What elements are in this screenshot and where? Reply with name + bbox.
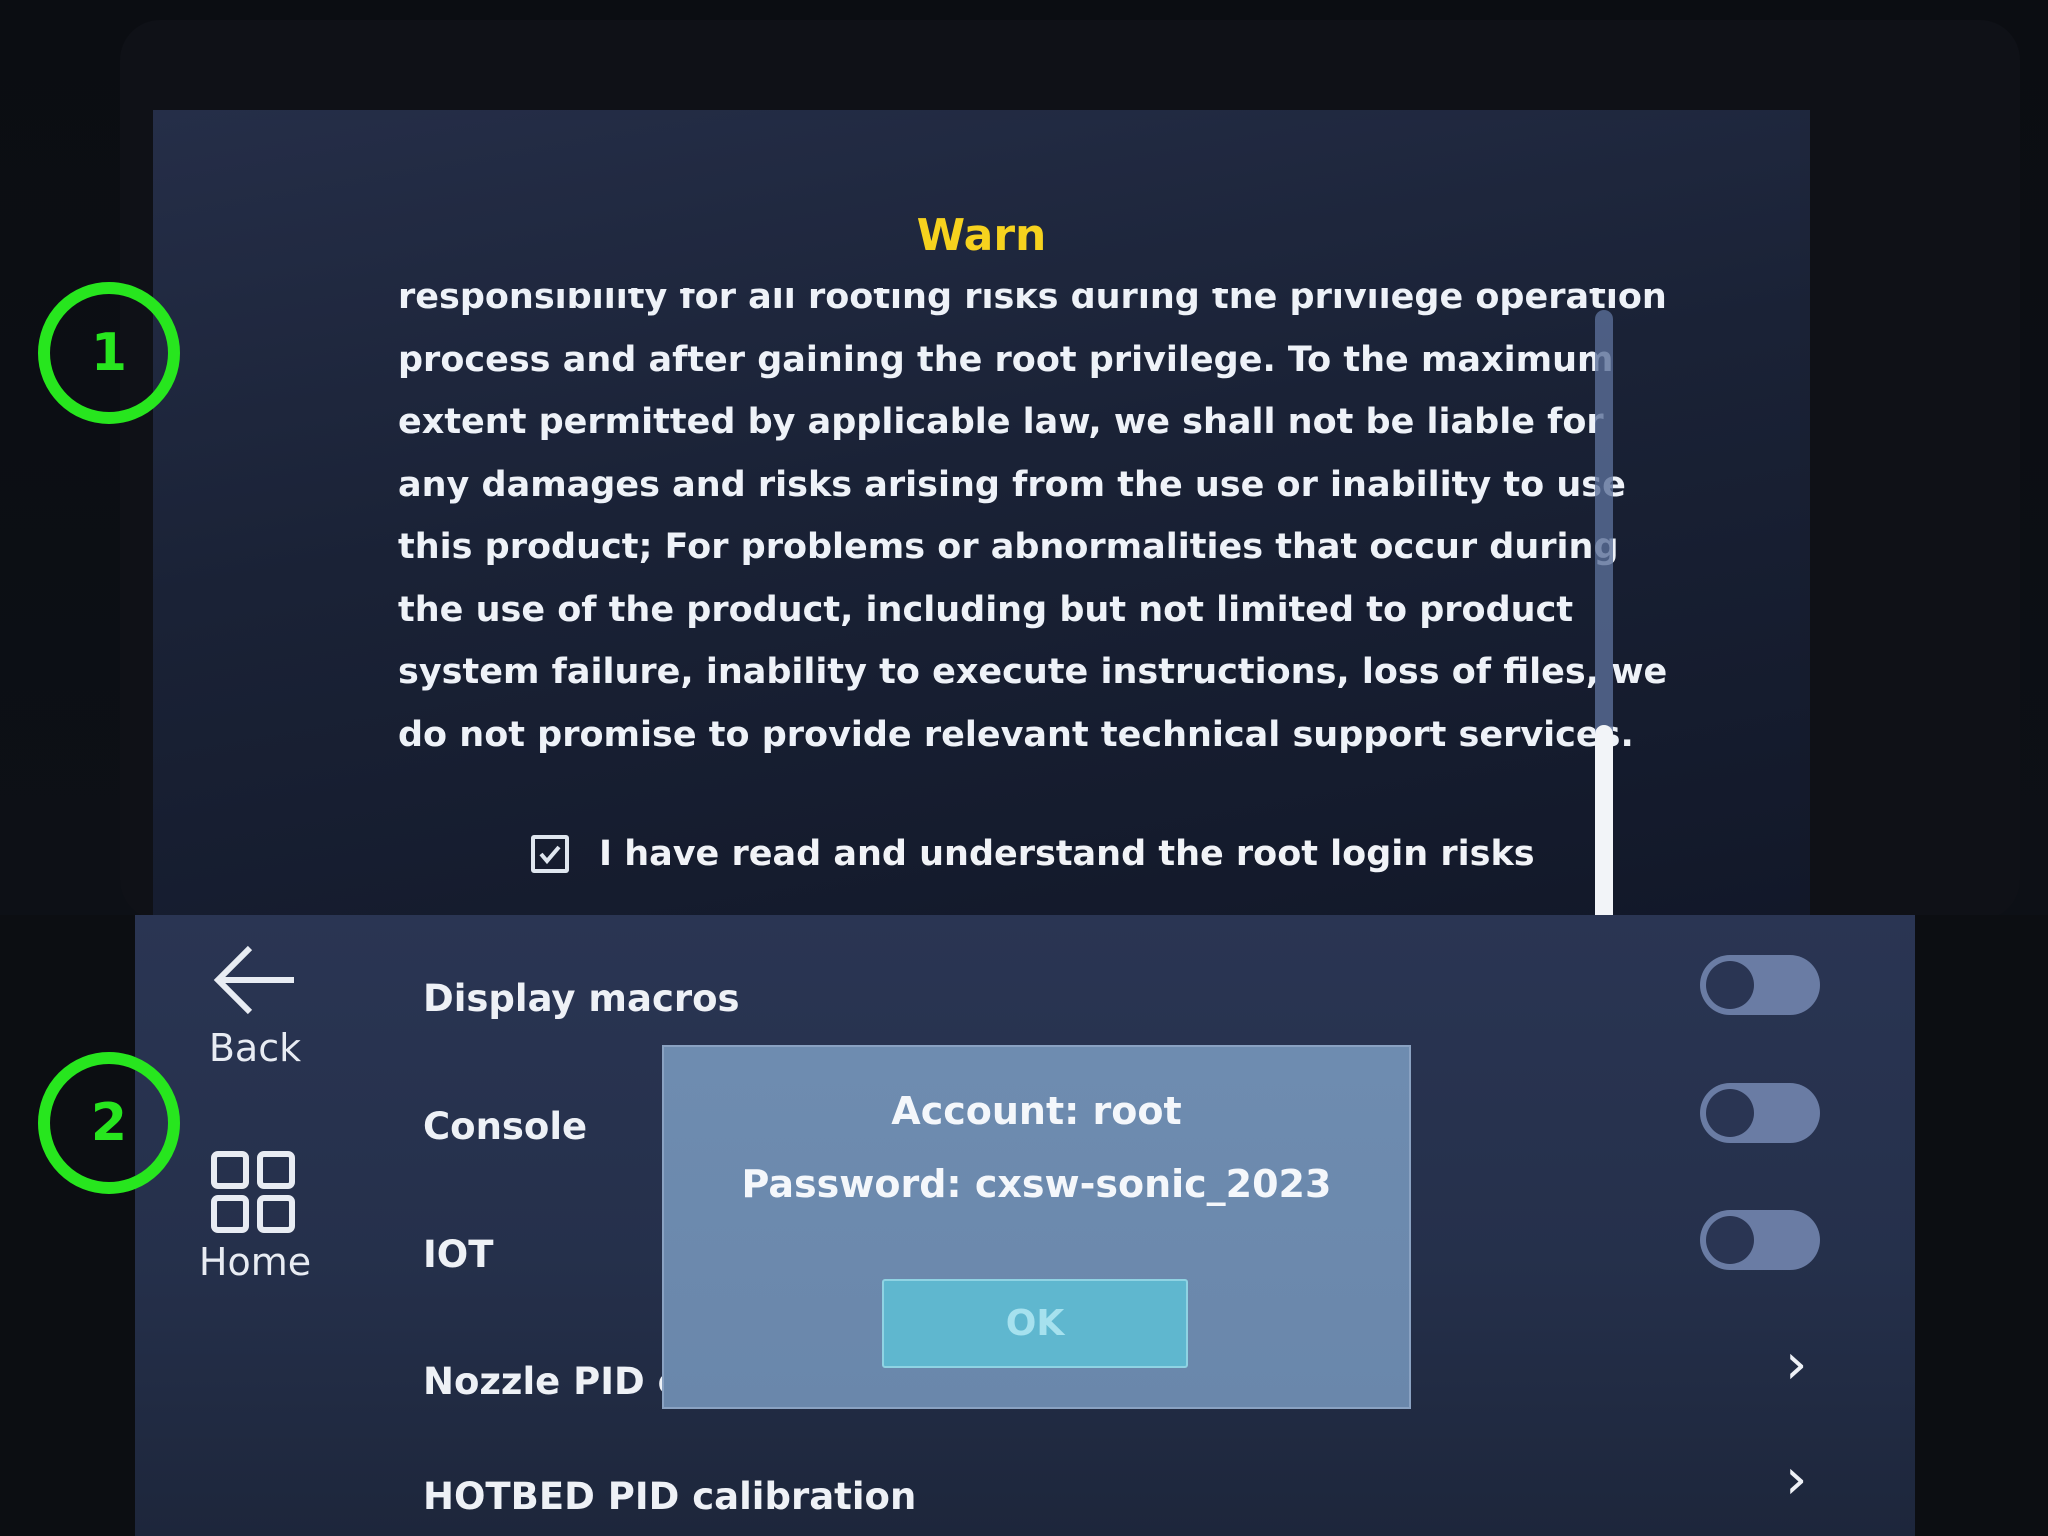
annotation-marker-1: 1 xyxy=(38,282,180,424)
password-text: Password: cxsw-sonic_2023 xyxy=(741,1162,1332,1206)
warning-body-line: extent permitted by applicable law, we s… xyxy=(398,402,1604,442)
toggle-knob xyxy=(1706,1216,1754,1264)
home-label: Home xyxy=(198,1240,312,1284)
warning-body-line: do not promise to provide relevant techn… xyxy=(398,714,1634,755)
credentials-popup: Account: root Password: cxsw-sonic_2023 … xyxy=(662,1045,1411,1409)
setting-hotbed-pid[interactable]: HOTBED PID calibration xyxy=(423,1475,916,1518)
setting-display-macros[interactable]: Display macros xyxy=(423,977,740,1020)
risk-acknowledge-checkbox[interactable] xyxy=(531,835,569,873)
warning-body-line: the use of the product, including but no… xyxy=(398,589,1574,630)
settings-screen: Back Home Display macros Console IOT Noz… xyxy=(135,915,1915,1536)
account-text: Account: root xyxy=(891,1089,1182,1133)
warning-body-line: any damages and risks arising from the u… xyxy=(398,464,1626,505)
warning-title: Warn xyxy=(916,210,1047,261)
setting-console[interactable]: Console xyxy=(423,1105,587,1148)
risk-acknowledge-row[interactable]: I have read and understand the root logi… xyxy=(531,830,1535,878)
checkmark-icon xyxy=(539,845,561,865)
warning-body-line: this product; For problems or abnormalit… xyxy=(398,527,1619,567)
warning-text-viewport[interactable]: responsibility for all rooting risks dur… xyxy=(398,288,1718,878)
setting-nozzle-pid[interactable]: Nozzle PID c xyxy=(423,1360,680,1403)
toggle-knob xyxy=(1706,1089,1754,1137)
iot-toggle[interactable] xyxy=(1700,1210,1820,1270)
scrollbar-thumb[interactable] xyxy=(1595,725,1613,915)
warning-body-line: responsibility for all rooting risks dur… xyxy=(398,288,1667,317)
display-macros-toggle[interactable] xyxy=(1700,955,1820,1015)
warning-screen: Warn responsibility for all rooting risk… xyxy=(153,110,1810,915)
warning-body: responsibility for all rooting risks dur… xyxy=(398,288,1718,766)
grid-icon xyxy=(211,1151,295,1233)
warning-body-line: system failure, inability to execute ins… xyxy=(398,652,1668,692)
warning-body-line: process and after gaining the root privi… xyxy=(398,339,1614,380)
back-label: Back xyxy=(208,1026,302,1070)
chevron-right-icon[interactable]: › xyxy=(1785,1335,1807,1395)
console-toggle[interactable] xyxy=(1700,1083,1820,1143)
photo-collage: Warn responsibility for all rooting risk… xyxy=(0,0,2048,1536)
home-button[interactable]: Home xyxy=(185,1150,325,1284)
annotation-marker-2: 2 xyxy=(38,1052,180,1194)
back-button[interactable]: Back xyxy=(185,940,325,1070)
risk-acknowledge-label: I have read and understand the root logi… xyxy=(599,834,1535,874)
ok-button[interactable]: OK xyxy=(882,1279,1188,1368)
warning-photo: Warn responsibility for all rooting risk… xyxy=(0,0,2048,915)
setting-iot[interactable]: IOT xyxy=(423,1233,493,1276)
toggle-knob xyxy=(1706,961,1754,1009)
arrow-left-icon xyxy=(213,945,294,1015)
chevron-right-icon[interactable]: › xyxy=(1785,1450,1807,1510)
settings-photo: Back Home Display macros Console IOT Noz… xyxy=(0,915,2048,1536)
